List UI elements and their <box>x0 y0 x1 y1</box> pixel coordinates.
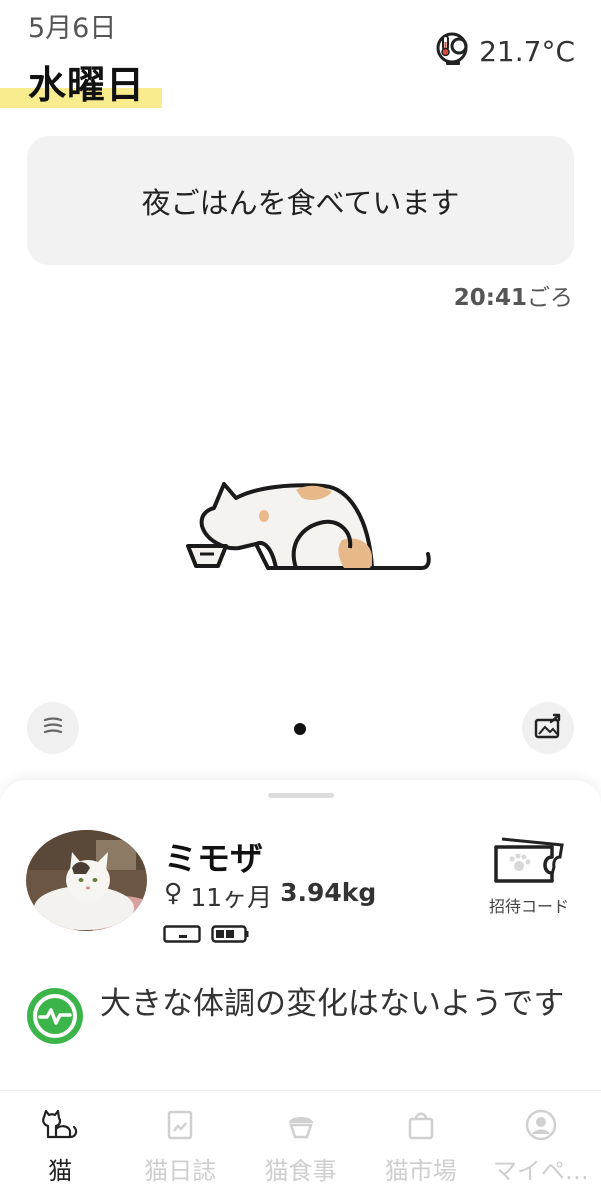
date-label: 5月6日 <box>28 13 117 44</box>
activity-time-value: 20:41 <box>453 285 527 311</box>
invite-code-button[interactable]: 招待コード <box>484 835 574 917</box>
activity-time-suffix: ごろ <box>527 285 573 311</box>
pet-age: 11ヶ月 <box>190 883 273 912</box>
share-button[interactable] <box>522 702 574 754</box>
activity-status-text: 夜ごはんを食べています <box>141 185 460 220</box>
bottom-tab-bar: 猫 猫日誌 猫食事 猫市場 マイペ… <box>0 1090 601 1199</box>
tab-cat-label: 猫 <box>48 1157 73 1185</box>
tab-market-label: 猫市場 <box>384 1157 457 1185</box>
health-check-icon <box>26 987 84 1049</box>
sheet-drag-handle[interactable] <box>268 793 334 798</box>
pet-details: ♀ 11ヶ月 3.94kg <box>164 878 376 914</box>
tab-mypage[interactable]: マイペ… <box>481 1091 601 1199</box>
device-battery-low-icon <box>163 925 201 947</box>
tab-journal-label: 猫日誌 <box>144 1157 217 1185</box>
menu-lines-icon <box>42 716 64 740</box>
menu-button[interactable] <box>27 702 79 754</box>
pet-summary-sheet[interactable]: ミモザ ♀ 11ヶ月 3.94kg 招待コード 大きな体調の変化はないようです <box>0 780 601 1090</box>
pet-sex-icon: ♀ <box>164 878 183 907</box>
weekday-text: 水曜日 <box>28 63 146 107</box>
tab-mypage-label: マイペ… <box>492 1157 589 1185</box>
tab-food-label: 猫食事 <box>264 1157 337 1185</box>
shopping-bag-icon <box>405 1109 437 1145</box>
weekday-heading: 水曜日 <box>0 52 162 110</box>
tab-market[interactable]: 猫市場 <box>361 1091 481 1199</box>
share-image-icon <box>533 712 563 744</box>
tab-journal[interactable]: 猫日誌 <box>120 1091 240 1199</box>
invite-code-label: 招待コード <box>488 897 569 916</box>
pet-name: ミモザ <box>164 839 263 878</box>
tab-cat[interactable]: 猫 <box>0 1091 120 1199</box>
pet-avatar[interactable] <box>26 830 147 931</box>
device-status-row <box>163 925 249 947</box>
ticket-paw-icon <box>492 835 566 889</box>
activity-status-card: 夜ごはんを食べています <box>27 136 574 265</box>
food-bowl-icon <box>285 1109 317 1145</box>
device-battery-full-icon <box>211 925 249 947</box>
device-thermometer-icon <box>433 30 473 72</box>
cat-icon <box>40 1109 80 1145</box>
health-status-text: 大きな体調の変化はないようです <box>100 986 565 1022</box>
temperature-value: 21.7°C <box>479 34 575 68</box>
pet-weight: 3.94kg <box>280 878 377 907</box>
temperature-display[interactable]: 21.7°C <box>433 30 575 72</box>
page-indicator-dot <box>294 723 306 735</box>
profile-icon <box>525 1109 557 1145</box>
tab-food[interactable]: 猫食事 <box>240 1091 360 1199</box>
cat-eating-illustration <box>184 478 434 577</box>
journal-icon <box>164 1109 196 1145</box>
activity-time: 20:41ごろ <box>454 278 573 312</box>
